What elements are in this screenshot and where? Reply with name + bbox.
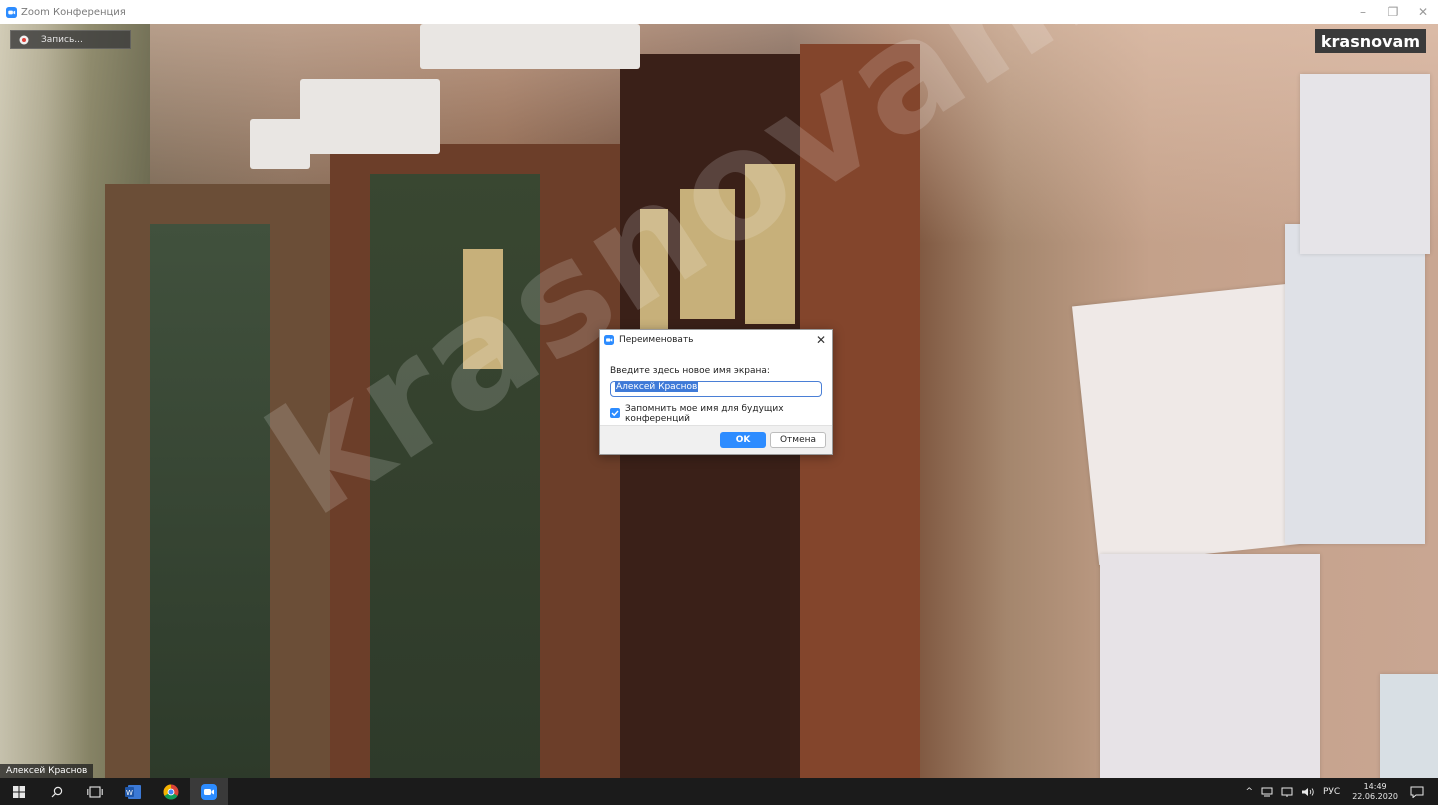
wall-paper [1100, 554, 1320, 778]
zoom-app-icon [6, 6, 17, 18]
cabinet-glass-left [150, 224, 270, 778]
cancel-button[interactable]: Отмена [770, 432, 826, 448]
windows-taskbar: W ^ РУС 14:49 22.06.2020 [0, 778, 1438, 805]
window-controls: – ❐ ✕ [1348, 0, 1438, 24]
zoom-app-icon [604, 335, 614, 345]
task-view-icon[interactable] [76, 778, 114, 805]
rename-dialog: Переименовать ✕ Введите здесь новое имя … [599, 329, 833, 455]
wall-paper [1300, 74, 1430, 254]
zoom-icon[interactable] [190, 778, 228, 805]
clock-date: 22.06.2020 [1352, 791, 1398, 801]
minimize-button[interactable]: – [1348, 0, 1378, 24]
notifications-icon[interactable] [1410, 786, 1424, 798]
window-title: Zoom Конференция [21, 6, 126, 18]
svg-text:W: W [126, 789, 133, 797]
clock-time: 14:49 [1363, 781, 1387, 791]
windows-start-icon[interactable] [0, 778, 38, 805]
zoom-window: Zoom Конференция – ❐ ✕ krasnovam Запись.… [0, 0, 1438, 805]
system-tray: ^ РУС 14:49 22.06.2020 [1241, 778, 1438, 805]
dialog-close-icon[interactable]: ✕ [816, 333, 826, 347]
recording-label: Запись... [41, 34, 83, 45]
screen-name-value: Алексей Краснов [615, 382, 699, 392]
wall-paper [1380, 674, 1438, 778]
dialog-footer: OK Отмена [600, 425, 832, 454]
chrome-icon[interactable] [152, 778, 190, 805]
recording-indicator[interactable]: Запись... [10, 30, 131, 49]
screen-name-input[interactable]: Алексей Краснов [610, 381, 822, 397]
remember-name-checkbox[interactable] [610, 408, 620, 418]
rename-prompt: Введите здесь новое имя экрана: [610, 366, 770, 376]
tray-chevron-icon[interactable]: ^ [1245, 787, 1253, 797]
recording-icon [19, 35, 29, 44]
close-window-button[interactable]: ✕ [1408, 0, 1438, 24]
title-bar: Zoom Конференция – ❐ ✕ [0, 0, 1438, 24]
wall-paper [1285, 224, 1425, 544]
word-icon[interactable]: W [114, 778, 152, 805]
brand-badge: krasnovam [1314, 29, 1426, 53]
restore-button[interactable]: ❐ [1378, 0, 1408, 24]
ok-button[interactable]: OK [720, 432, 766, 448]
dialog-title-bar: Переименовать [600, 330, 832, 350]
search-icon[interactable] [38, 778, 76, 805]
input-language[interactable]: РУС [1323, 787, 1340, 797]
dialog-title: Переименовать [619, 335, 694, 345]
box [420, 24, 640, 69]
remember-name-label[interactable]: Запомнить мое имя для будущих конференци… [625, 404, 785, 424]
box [300, 79, 440, 154]
network-icon[interactable] [1261, 787, 1273, 797]
participant-name-label: Алексей Краснов [0, 764, 94, 778]
box [250, 119, 310, 169]
clock[interactable]: 14:49 22.06.2020 [1352, 782, 1398, 802]
monitor-icon[interactable] [1281, 787, 1293, 797]
volume-icon[interactable] [1301, 787, 1315, 797]
